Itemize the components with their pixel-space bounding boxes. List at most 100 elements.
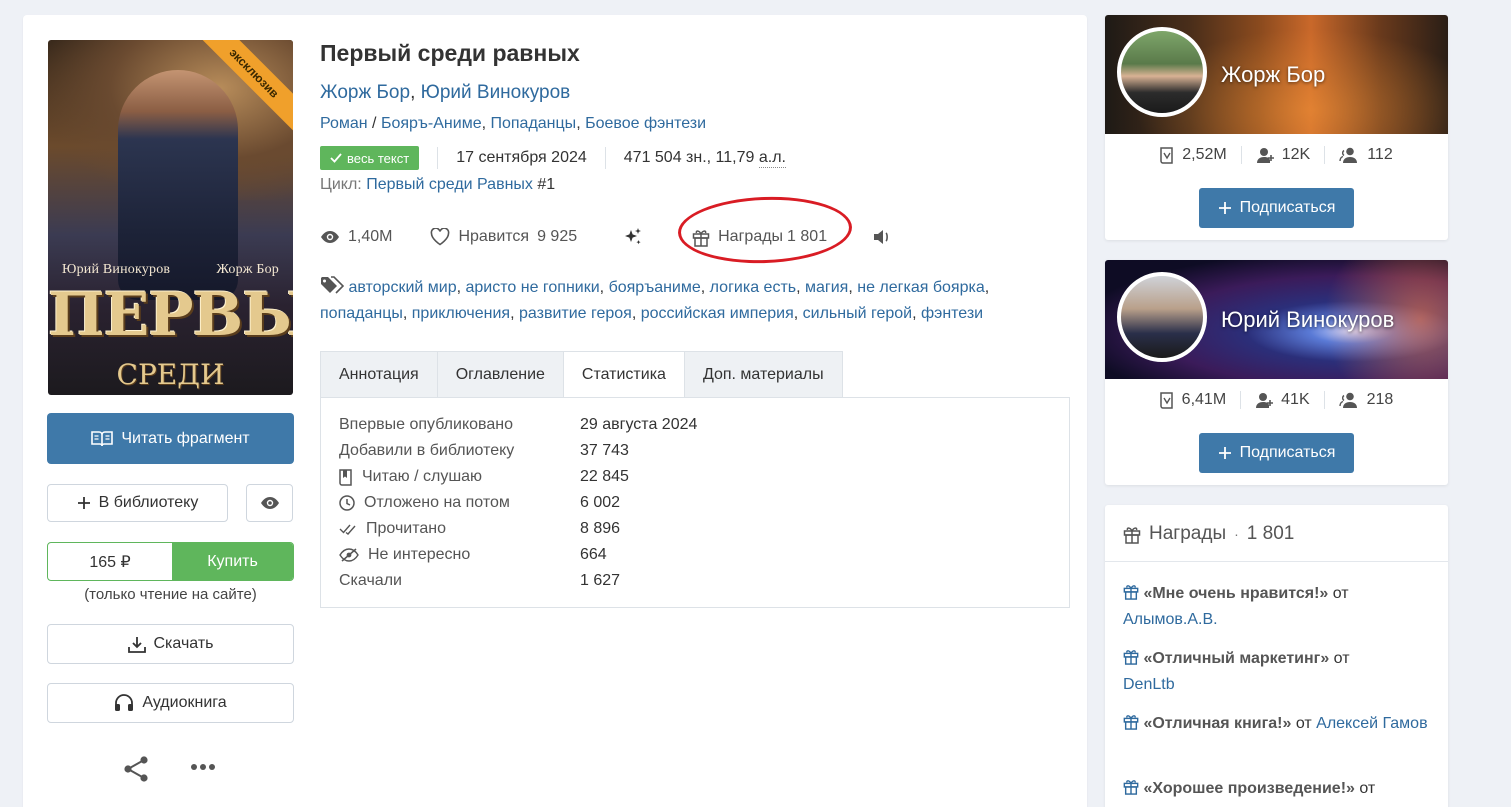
share-icon[interactable] [122, 756, 150, 782]
author-separator: , [410, 82, 421, 103]
tag-link[interactable]: сильный герой [803, 305, 912, 322]
buy-button[interactable]: Купить [172, 543, 293, 580]
tab-extra-materials[interactable]: Доп. материалы [683, 351, 843, 398]
statistics-value: 1 627 [580, 572, 621, 589]
open-book-icon [91, 430, 114, 446]
full-text-badge: весь текст [320, 146, 420, 170]
ai-stat[interactable] [623, 227, 643, 247]
statistics-row: Читаю / слушаю 22 845 [339, 464, 697, 490]
double-check-icon [339, 524, 356, 535]
statistics-label-text: Читаю / слушаю [362, 468, 483, 485]
statistics-table: Впервые опубликовано 29 августа 2024 Доб… [339, 412, 697, 594]
audiobook-label: Аудиокнига [142, 694, 227, 711]
tag-link[interactable]: не легкая боярка [857, 279, 984, 296]
tag-link[interactable]: приключения [412, 305, 510, 322]
author-friends-stat: 112 [1325, 146, 1407, 164]
price-label: 165 ₽ [89, 553, 131, 571]
tag-link[interactable]: бояръаниме [609, 279, 701, 296]
statistics-label: Впервые опубликовано [339, 416, 580, 434]
awards-panel-header: Награды · 1 801 [1123, 523, 1294, 545]
download-button[interactable]: Скачать [47, 624, 294, 664]
tag-link[interactable]: фэнтези [921, 305, 983, 322]
author-link[interactable]: Юрий Винокуров [421, 82, 571, 103]
tag-separator: , [456, 279, 466, 296]
genre-link[interactable]: Попаданцы [490, 115, 576, 132]
award-name: «Мне очень нравится!» [1143, 585, 1329, 602]
tag-link[interactable]: попаданцы [320, 305, 403, 322]
users-icon [1338, 392, 1357, 408]
tab-contents[interactable]: Оглавление [436, 351, 563, 398]
tag-link[interactable]: российская империя [641, 305, 794, 322]
award-name: «Хорошее произведение!» [1143, 780, 1355, 797]
book-cover[interactable]: эксклюзив Юрий Винокуров Жорж Бор ПЕРВЫЙ… [48, 40, 293, 395]
subscribe-label: Подписаться [1239, 444, 1336, 461]
author-sheet-unit[interactable]: а.л. [758, 149, 786, 168]
likes-count: 9 925 [537, 228, 578, 245]
tag-link[interactable]: логика есть [710, 279, 796, 296]
tags-list: авторский мир, аристо не гопники, бояръа… [320, 275, 1065, 327]
avatar[interactable] [1117, 272, 1207, 362]
cover-subtitle: СРЕДИ РАВНЫХ [104, 358, 237, 395]
tag-link[interactable]: магия [805, 279, 848, 296]
book-size: 471 504 зн., 11,79 [623, 149, 755, 166]
tag-separator: , [599, 279, 609, 296]
subscribe-button[interactable]: Подписаться [1199, 188, 1354, 228]
genre-link[interactable]: Боевое фэнтези [585, 115, 706, 132]
subscribe-button[interactable]: Подписаться [1199, 433, 1354, 473]
read-fragment-button[interactable]: Читать фрагмент [47, 413, 294, 464]
statistics-row: Впервые опубликовано 29 августа 2024 [339, 412, 697, 438]
book-title: Первый среди равных [320, 40, 580, 66]
cycle-link[interactable]: Первый среди Равных [366, 176, 533, 193]
add-to-library-button[interactable]: В библиотеку [47, 484, 228, 522]
statistics-label-text: Скачали [339, 572, 402, 589]
award-item: «Отличная книга!» от Алексей Гамов [1123, 711, 1433, 737]
tag-separator: , [510, 305, 519, 322]
meta-line: весь текст 17 сентября 2024 471 504 зн.,… [320, 145, 786, 171]
genre-link[interactable]: Бояръ-Аниме [381, 115, 482, 132]
author-followers: 12K [1281, 146, 1311, 163]
award-user-link[interactable]: Алексей Гамов [1316, 715, 1427, 732]
award-name: «Отличный маркетинг» [1143, 650, 1330, 667]
author-link[interactable]: Жорж Бор [320, 82, 410, 103]
statistics-label-text: Добавили в библиотеку [339, 442, 515, 459]
speaker-icon [874, 230, 889, 244]
likes-stat[interactable]: Нравится 9 925 [430, 228, 577, 246]
tag-link[interactable]: аристо не гопники [466, 279, 600, 296]
award-user-link[interactable]: DenLtb [1123, 676, 1175, 693]
avatar[interactable] [1117, 27, 1207, 117]
statistics-value: 664 [580, 546, 607, 563]
author-views-stat: 2,52M [1146, 146, 1240, 164]
awards-panel-count: 1 801 [1246, 523, 1295, 544]
views-stat: 1,40M [320, 228, 392, 246]
tab-annotation[interactable]: Аннотация [320, 351, 437, 398]
tag-separator: , [984, 279, 990, 296]
statistics-panel: Впервые опубликовано 29 августа 2024 Доб… [320, 397, 1070, 608]
tag-link[interactable]: развитие героя [519, 305, 632, 322]
author-friends: 218 [1366, 391, 1394, 408]
tag-link[interactable]: авторский мир [348, 279, 456, 296]
cycle-line: Цикл: Первый среди Равных #1 [320, 176, 555, 194]
statistics-label: Отложено на потом [339, 494, 580, 512]
tab-statistics[interactable]: Статистика [562, 351, 684, 398]
author-card-name[interactable]: Жорж Бор [1221, 62, 1325, 88]
genres-line: Роман / Бояръ-Аниме, Попаданцы, Боевое ф… [320, 115, 706, 133]
eye-icon [260, 497, 279, 509]
more-icon[interactable] [190, 762, 216, 772]
price-note: (только чтение на сайте) [84, 586, 257, 603]
author-card-name[interactable]: Юрий Винокуров [1221, 307, 1394, 333]
book-icon [339, 468, 352, 486]
statistics-row: Не интересно 664 [339, 542, 697, 568]
award-item: «Отличный маркетинг» от DenLtb [1123, 646, 1433, 698]
genre-link[interactable]: Роман [320, 115, 368, 132]
statistics-value: 37 743 [580, 442, 629, 459]
gift-icon [1123, 780, 1139, 795]
user-plus-icon [1256, 392, 1274, 408]
audiobook-button[interactable]: Аудиокнига [47, 683, 294, 723]
watch-button[interactable] [246, 484, 293, 522]
tag-separator: , [631, 305, 641, 322]
audio-stat[interactable] [873, 229, 891, 245]
award-user-link[interactable]: Алымов.А.В. [1123, 611, 1218, 628]
author-stats: 2,52M 12K 112 [1105, 146, 1448, 164]
author-card: Жорж Бор 2,52M 12K 112 Подписаться [1105, 15, 1448, 240]
award-name: «Отличная книга!» [1143, 715, 1292, 732]
